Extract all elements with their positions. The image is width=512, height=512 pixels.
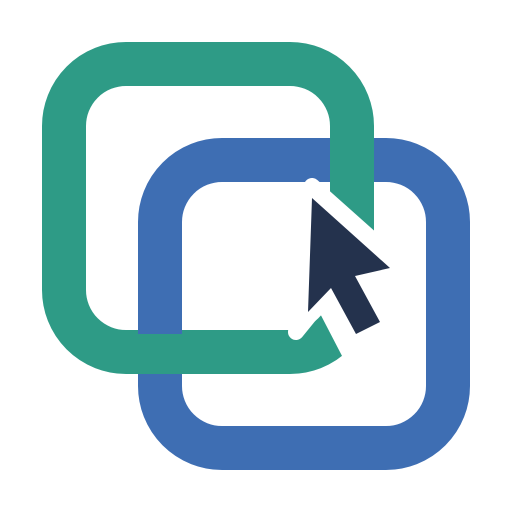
linked-windows-cursor-icon bbox=[42, 42, 470, 470]
app-icon bbox=[0, 0, 512, 512]
blue-overlap-segment bbox=[138, 300, 182, 334]
